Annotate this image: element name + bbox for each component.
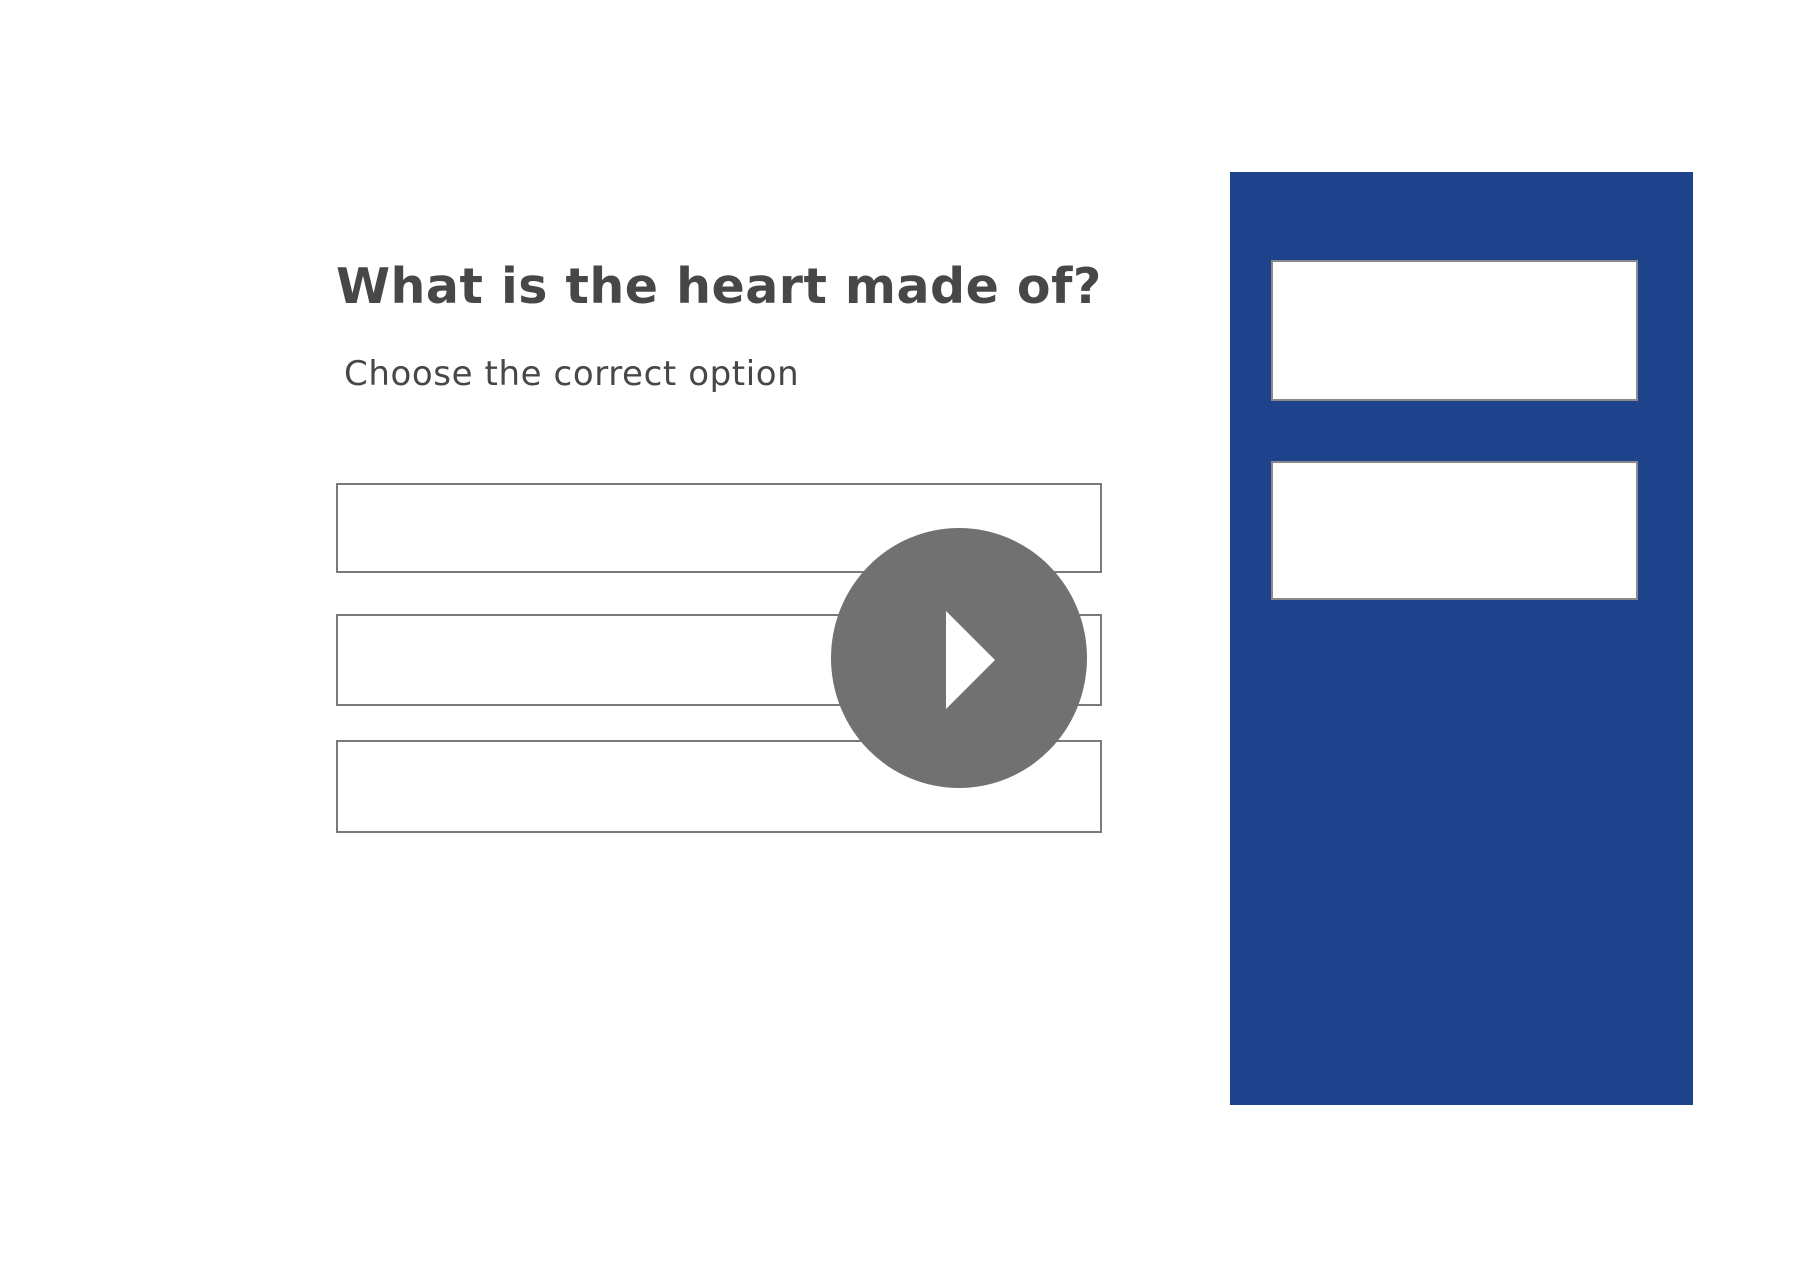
play-button[interactable] [831, 528, 1087, 788]
question-title: What is the heart made of? [336, 258, 1102, 315]
answer-drop-zone-2[interactable] [1271, 461, 1638, 600]
question-instruction: Choose the correct option [344, 354, 800, 394]
answer-panel [1230, 172, 1693, 1105]
answer-drop-zone-1[interactable] [1271, 260, 1638, 401]
quiz-slide: What is the heart made of? Choose the co… [0, 0, 1804, 1269]
play-icon [946, 611, 995, 709]
